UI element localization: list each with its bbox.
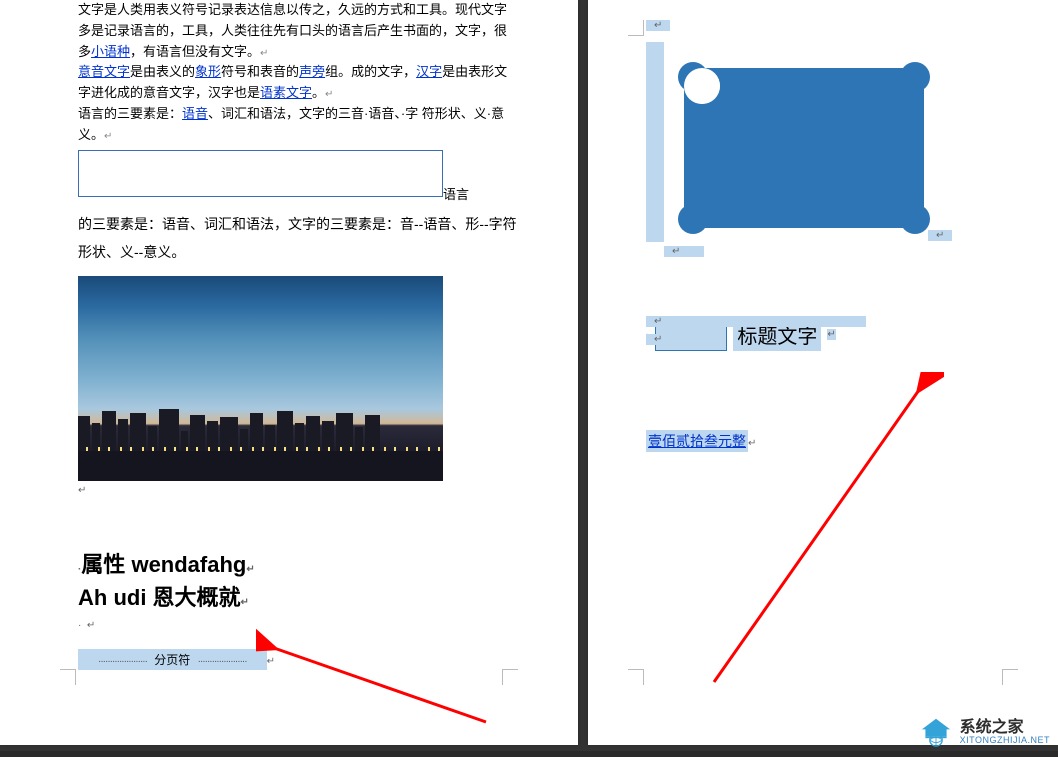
text-run: ，有语言但没有文字。 (130, 44, 260, 59)
selection-fragment: ↵ (664, 246, 704, 257)
paragraph-mark: ↵ (78, 485, 518, 496)
watermark-subtitle: XITONGZHIJIA.NET (960, 736, 1050, 745)
watermark-title: 系统之家 (960, 720, 1050, 736)
text-run: 组。成的文字， (325, 64, 416, 79)
hyperlink-hanzi[interactable]: 汉字 (416, 64, 442, 79)
paragraph-mark: ↵ (260, 48, 268, 59)
text-run: 符号和表音的 (221, 64, 299, 79)
page-margin-corner-icon (502, 669, 518, 685)
watermark-text: 系统之家 XITONGZHIJIA.NET (960, 720, 1050, 745)
text-run: 是由表义的 (130, 64, 195, 79)
house-globe-icon (918, 717, 954, 747)
paragraph-mark: ↵ (325, 89, 333, 100)
body-paragraph-2[interactable]: 的三要素是：语音、词汇和语法，文字的三要素是：音--语音、形--字符形状、义--… (78, 210, 518, 266)
page-break-label: 分页符 (154, 653, 190, 667)
page-margin-corner-icon (1002, 669, 1018, 685)
paragraph-mark: ↵ (241, 597, 249, 608)
page-margin-corner-icon (628, 20, 644, 36)
page-margin-corner-icon (628, 669, 644, 685)
inline-image-skyline[interactable] (78, 276, 443, 481)
document-page-1[interactable]: 文字是人类用表义符号记录表达信息以传之，久远的方式和工具。现代文字多是记录语言的… (0, 0, 578, 745)
heading-line-2: Ah udi 恩大概就 (78, 585, 241, 610)
body-paragraph-1[interactable]: 文字是人类用表义符号记录表达信息以传之，久远的方式和工具。现代文字多是记录语言的… (78, 0, 518, 146)
selection-fragment: ↵ (928, 230, 952, 241)
image-reflection (78, 451, 443, 481)
plaque-shape[interactable] (684, 68, 924, 228)
text-run: 。 (312, 85, 325, 100)
paragraph-mark: ↵ (827, 329, 835, 340)
page-margin-corner-icon (60, 669, 76, 685)
page-break-indicator[interactable]: 分页符 (78, 649, 267, 670)
text-run-after-box: 语言 (443, 187, 469, 202)
paragraph-mark: ↵ (104, 131, 112, 142)
paragraph-mark: ↵ (267, 656, 275, 667)
paragraph-mark: ↵ (246, 564, 254, 575)
hyperlink-morpheme[interactable]: 语素文字 (260, 85, 312, 100)
text-box-shape[interactable] (78, 150, 443, 197)
document-workspace: 文字是人类用表义符号记录表达信息以传之，久远的方式和工具。现代文字多是记录语言的… (0, 0, 1058, 757)
heading-text[interactable]: ·属性 wendafahg↵ Ah udi 恩大概就↵ (78, 548, 518, 614)
watermark-logo: 系统之家 XITONGZHIJIA.NET (918, 717, 1050, 747)
selection-fragment (646, 42, 664, 242)
hyperlink-pictograph[interactable]: 象形 (195, 64, 221, 79)
selection-fragment: ↵ (646, 316, 866, 327)
amount-field-text[interactable]: 壹佰贰拾叁元整 (646, 430, 748, 452)
paragraph-mark: · ↵ (78, 620, 518, 631)
paragraph-mark: ↵ (748, 438, 756, 449)
selection-fragment: ↵ (646, 334, 706, 345)
hyperlink-phonogram[interactable]: 声旁 (299, 64, 325, 79)
hyperlink-phonetics[interactable]: 语音 (182, 106, 208, 121)
document-page-2[interactable]: ↵ ↵ ↵ · 标题文字↵ ↵ ↵ 壹佰贰拾叁元整↵ (588, 0, 1058, 745)
window-border-bottom (0, 751, 1058, 757)
heading-line-1: 属性 wendafahg (81, 552, 246, 577)
hyperlink-small-language[interactable]: 小语种 (91, 44, 130, 59)
selection-fragment: ↵ (646, 20, 670, 31)
text-run: 语言的三要素是： (78, 106, 182, 121)
image-content (78, 406, 443, 451)
shape-canvas[interactable]: ↵ ↵ ↵ · 标题文字↵ ↵ ↵ (646, 20, 1018, 350)
hyperlink-ideogram[interactable]: 意音文字 (78, 64, 130, 79)
